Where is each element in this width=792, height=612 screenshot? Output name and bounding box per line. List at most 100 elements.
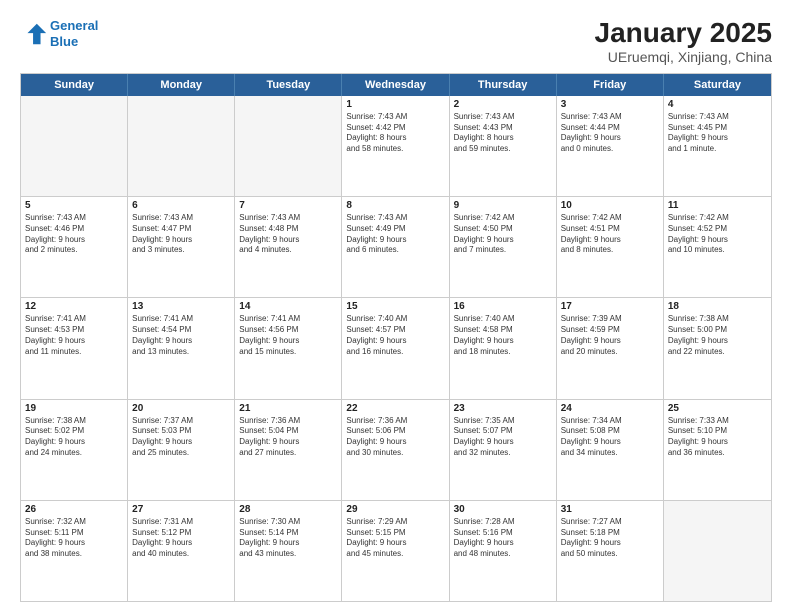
calendar-cell-r3-c5: 24 Sunrise: 7:34 AM Sunset: 5:08 PM Dayli…	[557, 400, 664, 500]
page: General Blue January 2025 UEruemqi, Xinj…	[0, 0, 792, 612]
day-number-1: 1	[346, 99, 444, 110]
calendar-cell-r4-c1: 27 Sunrise: 7:31 AM Sunset: 5:12 PM Dayli…	[128, 501, 235, 601]
calendar-row-2: 12Sunrise: 7:41 AM Sunset: 4:53 PM Dayli…	[21, 297, 771, 398]
calendar-row-4: 26 Sunrise: 7:32 AM Sunset: 5:11 PM Dayli…	[21, 500, 771, 601]
day-number-11: 11	[668, 200, 767, 211]
day-number-21: 21	[239, 403, 337, 414]
logo: General Blue	[20, 18, 98, 49]
calendar-cell-r4-c6	[664, 501, 771, 601]
day-number-31: 31	[561, 504, 659, 515]
day-number-7: 7	[239, 200, 337, 211]
day-number-5: 5	[25, 200, 123, 211]
weekday-monday: Monday	[128, 74, 235, 96]
day-number-27: 27	[132, 504, 230, 515]
day-number-6: 6	[132, 200, 230, 211]
day-info-27: Sunrise: 7:31 AM Sunset: 5:12 PM Dayligh…	[132, 517, 230, 560]
day-info-19: Sunrise: 7:38 AM Sunset: 5:02 PM Dayligh…	[25, 416, 123, 459]
day-number-4: 4	[668, 99, 767, 110]
weekday-saturday: Saturday	[664, 74, 771, 96]
day-number-8: 8	[346, 200, 444, 211]
day-info-30: Sunrise: 7:28 AM Sunset: 5:16 PM Dayligh…	[454, 517, 552, 560]
calendar-cell-r2-c3: 15 Sunrise: 7:40 AM Sunset: 4:57 PM Dayli…	[342, 298, 449, 398]
day-info-15: Sunrise: 7:40 AM Sunset: 4:57 PM Dayligh…	[346, 314, 444, 357]
calendar-cell-r2-c5: 17 Sunrise: 7:39 AM Sunset: 4:59 PM Dayli…	[557, 298, 664, 398]
title-block: January 2025 UEruemqi, Xinjiang, China	[595, 18, 772, 65]
calendar-cell-r3-c6: 25Sunrise: 7:33 AM Sunset: 5:10 PM Dayli…	[664, 400, 771, 500]
day-number-25: 25	[668, 403, 767, 414]
day-info-6: Sunrise: 7:43 AM Sunset: 4:47 PM Dayligh…	[132, 213, 230, 256]
day-number-24: 24	[561, 403, 659, 414]
calendar-subtitle: UEruemqi, Xinjiang, China	[595, 49, 772, 65]
calendar-cell-r3-c0: 19 Sunrise: 7:38 AM Sunset: 5:02 PM Dayli…	[21, 400, 128, 500]
day-number-22: 22	[346, 403, 444, 414]
day-number-10: 10	[561, 200, 659, 211]
calendar-cell-r0-c4: 2 Sunrise: 7:43 AM Sunset: 4:43 PM Daylig…	[450, 96, 557, 196]
day-info-11: Sunrise: 7:42 AM Sunset: 4:52 PM Dayligh…	[668, 213, 767, 256]
calendar-cell-r4-c2: 28 Sunrise: 7:30 AM Sunset: 5:14 PM Dayli…	[235, 501, 342, 601]
day-number-17: 17	[561, 301, 659, 312]
day-number-28: 28	[239, 504, 337, 515]
day-info-24: Sunrise: 7:34 AM Sunset: 5:08 PM Dayligh…	[561, 416, 659, 459]
calendar-cell-r4-c0: 26 Sunrise: 7:32 AM Sunset: 5:11 PM Dayli…	[21, 501, 128, 601]
day-info-29: Sunrise: 7:29 AM Sunset: 5:15 PM Dayligh…	[346, 517, 444, 560]
calendar-cell-r1-c3: 8 Sunrise: 7:43 AM Sunset: 4:49 PM Daylig…	[342, 197, 449, 297]
logo-line1: General	[50, 18, 98, 33]
logo-icon	[20, 20, 48, 48]
logo-text: General Blue	[50, 18, 98, 49]
calendar-cell-r1-c1: 6 Sunrise: 7:43 AM Sunset: 4:47 PM Daylig…	[128, 197, 235, 297]
logo-line2: Blue	[50, 34, 78, 49]
day-number-9: 9	[454, 200, 552, 211]
calendar-cell-r1-c4: 9 Sunrise: 7:42 AM Sunset: 4:50 PM Daylig…	[450, 197, 557, 297]
day-info-12: Sunrise: 7:41 AM Sunset: 4:53 PM Dayligh…	[25, 314, 123, 357]
day-number-3: 3	[561, 99, 659, 110]
day-info-21: Sunrise: 7:36 AM Sunset: 5:04 PM Dayligh…	[239, 416, 337, 459]
day-info-2: Sunrise: 7:43 AM Sunset: 4:43 PM Dayligh…	[454, 112, 552, 155]
day-info-20: Sunrise: 7:37 AM Sunset: 5:03 PM Dayligh…	[132, 416, 230, 459]
calendar-cell-r3-c4: 23 Sunrise: 7:35 AM Sunset: 5:07 PM Dayli…	[450, 400, 557, 500]
day-number-14: 14	[239, 301, 337, 312]
calendar-cell-r2-c4: 16Sunrise: 7:40 AM Sunset: 4:58 PM Dayli…	[450, 298, 557, 398]
calendar-cell-r2-c2: 14 Sunrise: 7:41 AM Sunset: 4:56 PM Dayli…	[235, 298, 342, 398]
day-number-19: 19	[25, 403, 123, 414]
day-info-1: Sunrise: 7:43 AM Sunset: 4:42 PM Dayligh…	[346, 112, 444, 155]
day-number-30: 30	[454, 504, 552, 515]
day-number-16: 16	[454, 301, 552, 312]
weekday-thursday: Thursday	[450, 74, 557, 96]
day-info-7: Sunrise: 7:43 AM Sunset: 4:48 PM Dayligh…	[239, 213, 337, 256]
day-number-26: 26	[25, 504, 123, 515]
calendar-cell-r0-c5: 3 Sunrise: 7:43 AM Sunset: 4:44 PM Daylig…	[557, 96, 664, 196]
day-info-4: Sunrise: 7:43 AM Sunset: 4:45 PM Dayligh…	[668, 112, 767, 155]
day-info-3: Sunrise: 7:43 AM Sunset: 4:44 PM Dayligh…	[561, 112, 659, 155]
day-info-17: Sunrise: 7:39 AM Sunset: 4:59 PM Dayligh…	[561, 314, 659, 357]
calendar-cell-r2-c6: 18Sunrise: 7:38 AM Sunset: 5:00 PM Dayli…	[664, 298, 771, 398]
day-info-13: Sunrise: 7:41 AM Sunset: 4:54 PM Dayligh…	[132, 314, 230, 357]
day-number-15: 15	[346, 301, 444, 312]
weekday-tuesday: Tuesday	[235, 74, 342, 96]
day-info-5: Sunrise: 7:43 AM Sunset: 4:46 PM Dayligh…	[25, 213, 123, 256]
calendar-row-1: 5 Sunrise: 7:43 AM Sunset: 4:46 PM Daylig…	[21, 196, 771, 297]
calendar-cell-r4-c4: 30 Sunrise: 7:28 AM Sunset: 5:16 PM Dayli…	[450, 501, 557, 601]
day-number-23: 23	[454, 403, 552, 414]
day-info-14: Sunrise: 7:41 AM Sunset: 4:56 PM Dayligh…	[239, 314, 337, 357]
calendar-row-3: 19 Sunrise: 7:38 AM Sunset: 5:02 PM Dayli…	[21, 399, 771, 500]
day-info-22: Sunrise: 7:36 AM Sunset: 5:06 PM Dayligh…	[346, 416, 444, 459]
calendar-body: 1 Sunrise: 7:43 AM Sunset: 4:42 PM Daylig…	[21, 96, 771, 601]
day-number-18: 18	[668, 301, 767, 312]
calendar-cell-r3-c2: 21 Sunrise: 7:36 AM Sunset: 5:04 PM Dayli…	[235, 400, 342, 500]
day-info-26: Sunrise: 7:32 AM Sunset: 5:11 PM Dayligh…	[25, 517, 123, 560]
header: General Blue January 2025 UEruemqi, Xinj…	[20, 18, 772, 65]
weekday-friday: Friday	[557, 74, 664, 96]
calendar-header: Sunday Monday Tuesday Wednesday Thursday…	[21, 74, 771, 96]
weekday-wednesday: Wednesday	[342, 74, 449, 96]
calendar-cell-r0-c2	[235, 96, 342, 196]
calendar: Sunday Monday Tuesday Wednesday Thursday…	[20, 73, 772, 602]
day-number-2: 2	[454, 99, 552, 110]
day-info-9: Sunrise: 7:42 AM Sunset: 4:50 PM Dayligh…	[454, 213, 552, 256]
calendar-cell-r0-c1	[128, 96, 235, 196]
day-number-20: 20	[132, 403, 230, 414]
calendar-cell-r1-c2: 7 Sunrise: 7:43 AM Sunset: 4:48 PM Daylig…	[235, 197, 342, 297]
calendar-cell-r4-c5: 31Sunrise: 7:27 AM Sunset: 5:18 PM Dayli…	[557, 501, 664, 601]
day-info-8: Sunrise: 7:43 AM Sunset: 4:49 PM Dayligh…	[346, 213, 444, 256]
day-info-23: Sunrise: 7:35 AM Sunset: 5:07 PM Dayligh…	[454, 416, 552, 459]
day-info-28: Sunrise: 7:30 AM Sunset: 5:14 PM Dayligh…	[239, 517, 337, 560]
